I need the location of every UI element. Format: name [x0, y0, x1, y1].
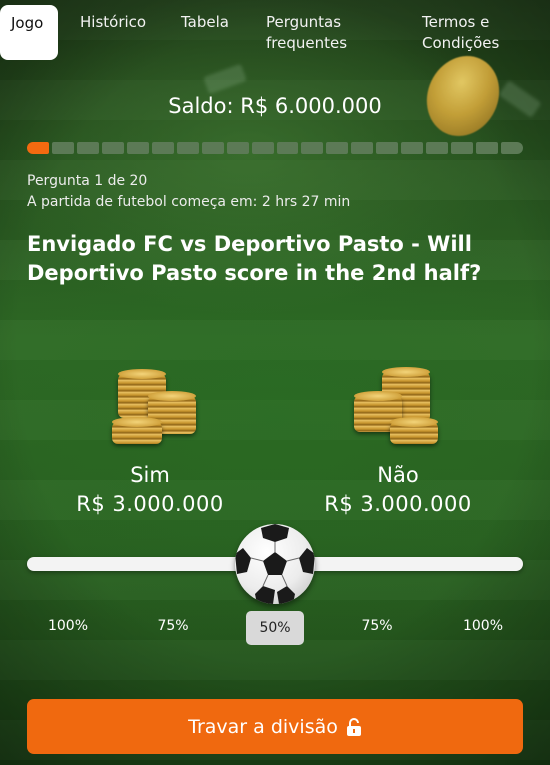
progress-segment	[276, 142, 299, 154]
option-no-amount: R$ 3.000.000	[324, 492, 472, 516]
split-option-100-left[interactable]: 100%	[38, 618, 98, 634]
question-text: Envigado FC vs Deportivo Pasto - Will De…	[27, 232, 482, 285]
progress-segment	[51, 142, 74, 154]
tab-historico[interactable]: Histórico	[80, 12, 146, 33]
progress-segment	[151, 142, 174, 154]
tab-jogo[interactable]: Jogo	[0, 5, 58, 60]
option-no-label: Não	[377, 463, 419, 487]
coins-stack-icon	[352, 366, 442, 446]
progress-segment	[226, 142, 249, 154]
tab-tabela[interactable]: Tabela	[181, 12, 229, 33]
progress-segment	[176, 142, 199, 154]
option-yes-amount: R$ 3.000.000	[76, 492, 224, 516]
match-start-countdown: A partida de futebol começa em: 2 hrs 27…	[27, 194, 351, 210]
balance-amount: R$ 6.000.000	[240, 94, 382, 118]
lock-icon	[346, 717, 361, 736]
lock-split-button[interactable]: Travar a divisão	[27, 699, 523, 754]
tab-perguntas-frequentes[interactable]: Perguntas frequentes	[266, 12, 347, 54]
soccer-ball-slider-handle[interactable]	[235, 524, 315, 604]
progress-segment	[251, 142, 274, 154]
question-progress-bar	[27, 142, 524, 154]
soccer-ball-icon	[235, 524, 315, 604]
progress-segment	[201, 142, 224, 154]
tab-termos-condicoes[interactable]: Termos e Condições	[422, 12, 499, 54]
progress-segment	[76, 142, 99, 154]
progress-segment	[451, 142, 474, 154]
balance-label: Saldo:	[168, 94, 234, 118]
coins-stack-icon	[112, 366, 202, 446]
progress-segment	[476, 142, 499, 154]
progress-segment	[27, 142, 49, 154]
split-option-100-right[interactable]: 100%	[453, 618, 513, 634]
lock-split-label: Travar a divisão	[188, 715, 338, 738]
balance-display: Saldo: R$ 6.000.000	[0, 94, 550, 118]
progress-segment	[351, 142, 374, 154]
progress-segment	[376, 142, 399, 154]
progress-segment	[401, 142, 424, 154]
progress-segment	[126, 142, 149, 154]
progress-segment	[326, 142, 349, 154]
progress-segment	[301, 142, 324, 154]
money-decoration	[203, 63, 247, 95]
option-yes-label: Sim	[130, 463, 170, 487]
progress-segment	[426, 142, 449, 154]
split-option-75-right[interactable]: 75%	[347, 618, 407, 634]
split-option-50[interactable]: 50%	[246, 611, 304, 645]
split-option-75-left[interactable]: 75%	[143, 618, 203, 634]
question-counter: Pergunta 1 de 20	[27, 173, 148, 189]
top-nav: Jogo Histórico Tabela Perguntas frequent…	[0, 0, 550, 62]
progress-segment	[501, 142, 524, 154]
progress-segment	[101, 142, 124, 154]
